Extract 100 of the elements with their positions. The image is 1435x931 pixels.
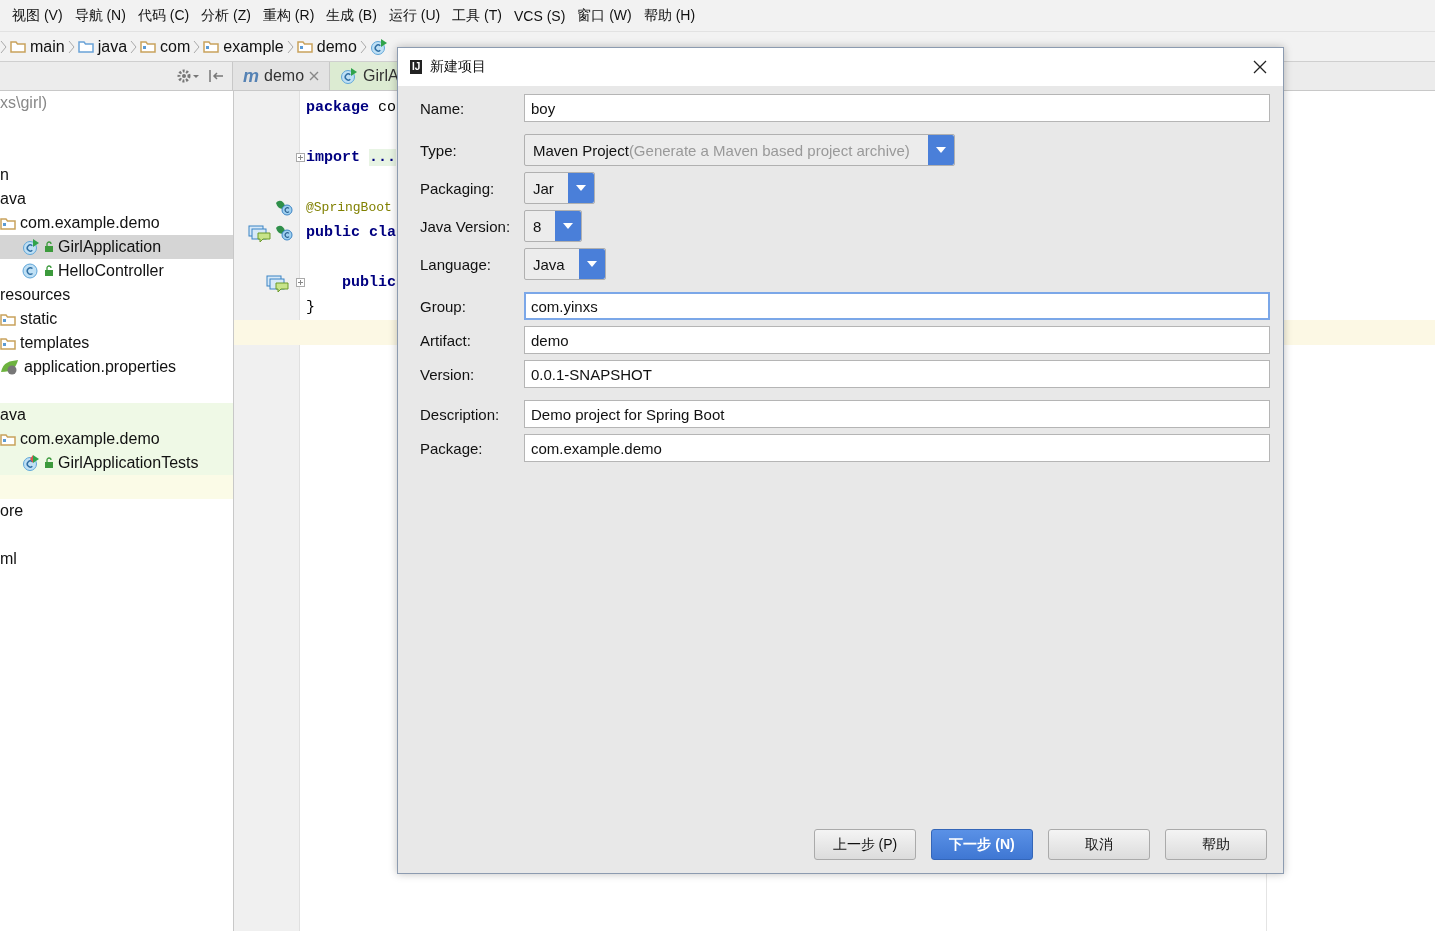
tree-item[interactable]: static — [20, 310, 58, 328]
input-field[interactable]: boy — [524, 94, 1270, 122]
input-field[interactable]: com.yinxs — [524, 292, 1270, 320]
dropdown[interactable]: Jar — [524, 172, 595, 204]
menu-item[interactable]: 导航 (N) — [74, 6, 126, 25]
code-text: @SpringBoot — [306, 200, 392, 215]
input-field[interactable]: 0.0.1-SNAPSHOT — [524, 360, 1270, 388]
breadcrumb-item[interactable]: java — [97, 37, 128, 56]
dropdown[interactable]: Maven Project(Generate a Maven based project archive) — [524, 134, 955, 166]
chevron-icon — [130, 39, 138, 54]
close-icon — [1253, 60, 1267, 74]
menu-item[interactable]: 生成 (B) — [326, 6, 377, 25]
package-folder-icon — [0, 311, 16, 327]
breadcrumb-item[interactable]: com — [160, 37, 191, 56]
leaf-icon — [0, 359, 20, 375]
field-label: Language: — [420, 255, 492, 273]
tree-item[interactable]: n — [0, 166, 9, 184]
input-field[interactable]: demo — [524, 326, 1270, 354]
chevron-icon — [67, 39, 75, 54]
chevron-icon — [0, 39, 7, 54]
field-label: Packaging: — [420, 179, 496, 197]
row-highlight[interactable]: com.example.demo — [0, 427, 233, 451]
tree-item[interactable]: com.example.demo — [20, 430, 160, 448]
input-field[interactable]: com.example.demo — [524, 434, 1270, 462]
package-folder-icon — [0, 335, 16, 351]
implementation-icon — [266, 273, 290, 292]
lock-icon — [44, 265, 54, 277]
module-icon: m — [243, 65, 259, 87]
code-text: co — [377, 99, 397, 116]
chevron-icon — [286, 39, 294, 54]
breadcrumb-item[interactable]: example — [223, 37, 284, 56]
code-text: public — [341, 274, 396, 291]
close-button[interactable] — [1251, 58, 1269, 76]
run-class-icon — [22, 239, 40, 255]
tree-item[interactable]: templates — [20, 334, 90, 352]
tree-item[interactable]: application.properties — [24, 358, 177, 376]
code-text: ... — [369, 149, 397, 166]
field-label: Type: — [420, 141, 458, 159]
folder-icon — [77, 39, 94, 54]
chevron-icon — [193, 39, 201, 54]
dialog-title: 新建项目 — [430, 58, 488, 76]
menu-item[interactable]: 运行 (U) — [388, 6, 441, 25]
tree-item[interactable]: ava — [0, 406, 26, 424]
breadcrumb-item[interactable]: main — [30, 37, 65, 56]
menu-item[interactable]: 帮助 (H) — [643, 6, 696, 25]
field-label: Group: — [420, 297, 467, 315]
field-label: Artifact: — [420, 331, 472, 349]
code-text: public cla — [306, 224, 396, 241]
selected-row[interactable]: GirlApplication — [0, 235, 233, 259]
menu-item[interactable]: 窗口 (W) — [577, 6, 632, 25]
bean-icon — [274, 223, 294, 242]
row-highlight[interactable]: ava — [0, 403, 233, 427]
field-label: Java Version: — [420, 217, 512, 235]
close-icon — [309, 71, 320, 81]
app-logo-icon: IJ — [410, 60, 423, 74]
menu-item[interactable]: VCS (S) — [513, 7, 566, 24]
caret-icon — [935, 147, 946, 153]
dropdown[interactable]: Java — [524, 248, 606, 280]
package-folder-icon — [140, 39, 157, 54]
menu-item[interactable]: 代码 (C) — [137, 6, 190, 25]
field-label: Name: — [420, 99, 466, 117]
menu-item[interactable]: 分析 (Z) — [201, 6, 251, 25]
input-field[interactable]: Demo project for Spring Boot — [524, 400, 1270, 428]
tree-item[interactable]: com.example.demo — [20, 214, 160, 232]
lock-icon — [44, 241, 54, 253]
row-highlight[interactable]: GirlApplicationTests — [0, 451, 233, 475]
settings-icon — [176, 68, 200, 84]
caret-icon — [586, 261, 597, 267]
tree-item[interactable]: ml — [0, 550, 17, 568]
breadcrumb-item[interactable]: demo — [316, 37, 357, 56]
tree-item[interactable]: resources — [0, 286, 71, 304]
menu-item[interactable]: 工具 (T) — [452, 6, 502, 25]
dialog-button[interactable]: 帮助 — [1165, 829, 1267, 860]
tree-item[interactable]: HelloController — [58, 262, 164, 280]
menu-item[interactable]: 视图 (V) — [12, 6, 63, 25]
caret-icon — [575, 185, 586, 191]
editor-tab[interactable]: m demo — [233, 62, 331, 90]
code-text: } — [306, 299, 315, 316]
code-text: import — [306, 149, 360, 166]
dialog-button[interactable]: 上一步 (P) — [814, 829, 916, 860]
folder-icon — [10, 39, 26, 54]
run-class-icon — [369, 38, 388, 55]
menu-item[interactable]: 重构 (R) — [263, 6, 315, 25]
tree-item[interactable]: GirlApplication — [58, 238, 162, 256]
tree-item[interactable]: ore — [0, 502, 24, 520]
lock-icon — [44, 457, 54, 469]
dialog-button[interactable]: 取消 — [1048, 829, 1150, 860]
tree-item[interactable]: xs\girl) — [0, 94, 48, 112]
field-label: Package: — [420, 439, 484, 457]
dropdown[interactable]: 8 — [524, 210, 583, 242]
run-class-icon — [340, 68, 359, 84]
dialog-button[interactable]: 下一步 (N) — [931, 829, 1033, 860]
field-label: Version: — [420, 365, 476, 383]
chevron-icon — [359, 39, 367, 54]
tab-label: demo — [264, 67, 305, 85]
tree-item[interactable]: GirlApplicationTests — [58, 454, 199, 472]
expand-icon — [296, 278, 305, 287]
package-folder-icon — [203, 39, 220, 54]
tab-label: GirlA — [363, 67, 399, 85]
tree-item[interactable]: ava — [0, 190, 26, 208]
